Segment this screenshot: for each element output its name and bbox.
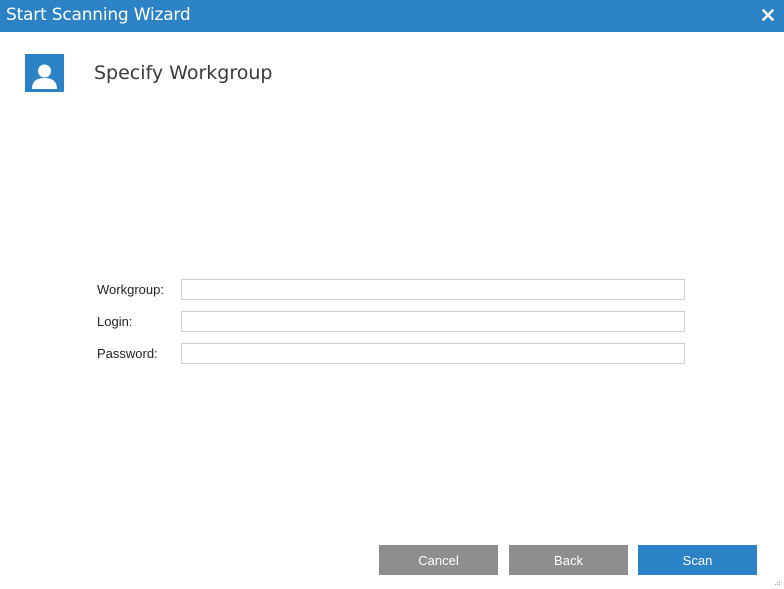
workgroup-label: Workgroup: <box>97 282 164 297</box>
close-button[interactable] <box>756 3 780 27</box>
password-label: Password: <box>97 346 158 361</box>
password-row: Password: <box>97 343 697 365</box>
user-icon <box>25 54 64 92</box>
workgroup-input[interactable] <box>181 279 685 300</box>
login-input[interactable] <box>181 311 685 332</box>
title-bar: Start Scanning Wizard <box>0 0 784 32</box>
workgroup-row: Workgroup: <box>97 279 697 301</box>
login-row: Login: <box>97 311 697 333</box>
page-title: Specify Workgroup <box>94 62 273 84</box>
cancel-button[interactable]: Cancel <box>379 545 498 575</box>
login-label: Login: <box>97 314 133 329</box>
back-button[interactable]: Back <box>509 545 628 575</box>
close-icon <box>762 9 774 21</box>
resize-grip-icon[interactable] <box>773 578 781 586</box>
password-input[interactable] <box>181 343 685 364</box>
scan-button[interactable]: Scan <box>638 545 757 575</box>
window-title: Start Scanning Wizard <box>6 5 191 25</box>
